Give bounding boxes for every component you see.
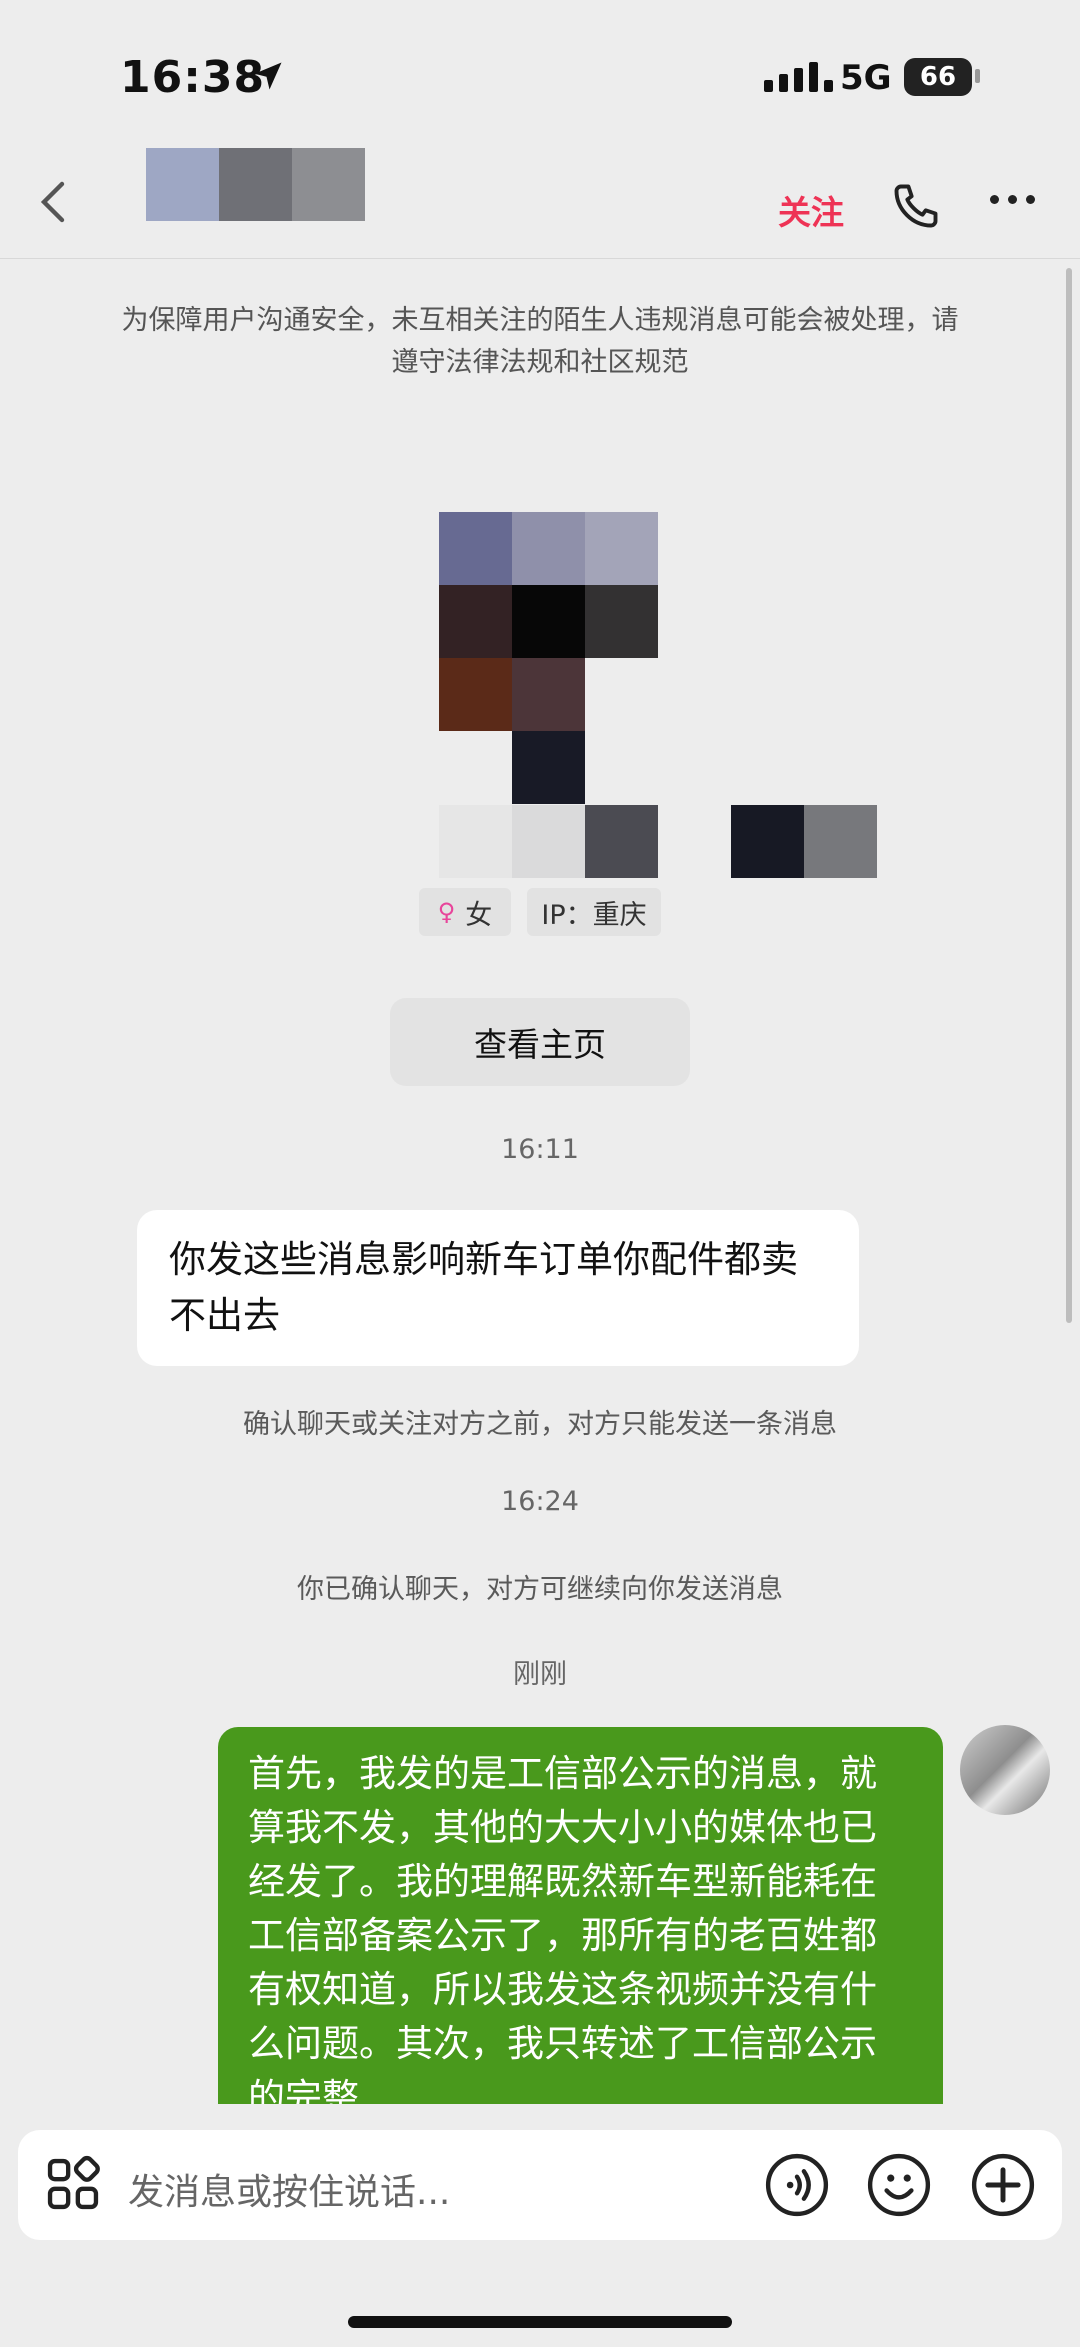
apps-icon[interactable] bbox=[44, 2155, 102, 2213]
voice-icon[interactable] bbox=[764, 2152, 830, 2218]
status-time: 16:38 bbox=[120, 52, 266, 103]
ip-tag: IP：重庆 bbox=[527, 888, 661, 936]
header-divider bbox=[0, 258, 1080, 259]
scrollbar[interactable] bbox=[1066, 268, 1072, 1323]
location-arrow-icon bbox=[254, 62, 282, 90]
profile-name-redacted bbox=[439, 805, 877, 878]
message-input[interactable]: 发消息或按住说话... bbox=[128, 2163, 450, 2215]
home-indicator[interactable] bbox=[348, 2316, 732, 2328]
system-message: 确认聊天或关注对方之前，对方只能发送一条消息 bbox=[243, 1409, 837, 1440]
follow-button[interactable]: 关注 bbox=[778, 186, 844, 234]
network-label: 5G bbox=[840, 58, 892, 98]
my-avatar[interactable] bbox=[960, 1725, 1050, 1815]
incoming-message-bubble[interactable]: 你发这些消息影响新车订单你配件都卖不出去 bbox=[137, 1210, 859, 1366]
timestamp: 16:24 bbox=[501, 1486, 579, 1517]
signal-icon bbox=[764, 62, 833, 92]
battery-cap bbox=[975, 69, 980, 83]
outgoing-message-text: 首先，我发的是工信部公示的消息，就算我不发，其他的大大小小的媒体也已经发了。我的… bbox=[218, 1727, 943, 2104]
timestamp: 刚刚 bbox=[513, 1659, 567, 1690]
plus-icon[interactable] bbox=[970, 2152, 1036, 2218]
more-icon[interactable] bbox=[990, 195, 1035, 204]
back-chevron-icon[interactable] bbox=[34, 178, 74, 226]
contact-name-redacted[interactable] bbox=[146, 148, 365, 221]
battery-indicator: 66 bbox=[904, 58, 972, 96]
outgoing-message-bubble[interactable]: 首先，我发的是工信部公示的消息，就算我不发，其他的大大小小的媒体也已经发了。我的… bbox=[218, 1727, 943, 2104]
gender-tag: ♀ 女 bbox=[419, 888, 511, 936]
phone-icon[interactable] bbox=[890, 180, 942, 232]
system-message: 你已确认聊天，对方可继续向你发送消息 bbox=[297, 1574, 783, 1605]
emoji-icon[interactable] bbox=[866, 2152, 932, 2218]
gender-label: 女 bbox=[465, 899, 493, 931]
female-icon: ♀ bbox=[437, 898, 456, 926]
profile-avatar-redacted[interactable] bbox=[439, 512, 658, 804]
timestamp: 16:11 bbox=[501, 1134, 579, 1165]
view-homepage-button[interactable]: 查看主页 bbox=[390, 998, 690, 1086]
safety-notice: 为保障用户沟通安全，未互相关注的陌生人违规消息可能会被处理，请遵守法律法规和社区… bbox=[121, 305, 959, 378]
